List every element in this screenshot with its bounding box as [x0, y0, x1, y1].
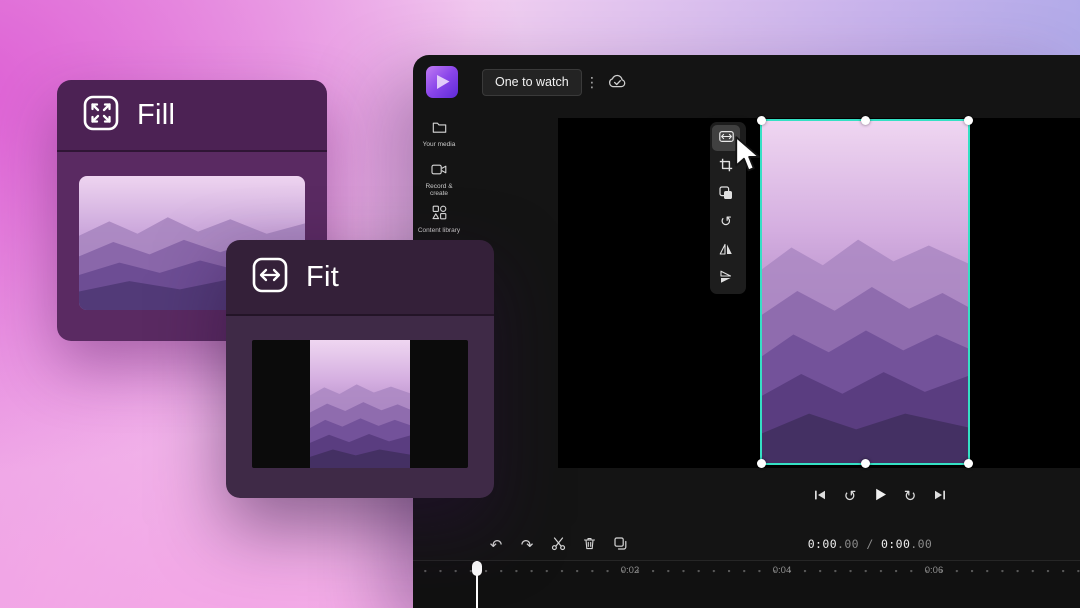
- timeline-label: 0:02: [620, 565, 640, 576]
- sidebar-item-label: Your media: [422, 141, 456, 148]
- preview-canvas: ↺: [558, 116, 1080, 468]
- fit-button[interactable]: [712, 125, 740, 151]
- duplicate-icon: [613, 536, 628, 554]
- total-time: 0:00: [880, 537, 911, 551]
- forward-1s-button[interactable]: ↻: [898, 484, 922, 508]
- play-button[interactable]: [868, 484, 892, 508]
- rewind-1s-button[interactable]: ↺: [838, 484, 862, 508]
- clip-toolbar: ↺: [710, 122, 746, 294]
- more-options-button[interactable]: ⋮: [579, 69, 599, 96]
- cloud-sync-button[interactable]: [605, 72, 629, 92]
- skip-start-button[interactable]: [808, 484, 832, 508]
- playhead-handle[interactable]: [472, 561, 482, 576]
- flip-horizontal-button[interactable]: [712, 237, 740, 263]
- redo-icon: ↷: [520, 535, 534, 554]
- camera-icon: [431, 163, 447, 181]
- selected-clip[interactable]: [757, 116, 973, 468]
- fit-letterbox: [252, 340, 468, 468]
- timeline: 0:02 0:04 0:06: [413, 560, 1080, 608]
- delete-button[interactable]: [578, 534, 600, 556]
- marketing-screenshot: One to watch ⋮ Your media Record & creat…: [0, 0, 1080, 608]
- selection-handle[interactable]: [861, 116, 870, 125]
- crop-icon: [719, 158, 733, 175]
- flip-horizontal-icon: [719, 242, 733, 259]
- sidebar-item-your-media[interactable]: Your media: [413, 121, 465, 148]
- time-display: 0:00.00 / 0:00.00: [765, 537, 975, 551]
- play-icon: [873, 487, 888, 505]
- expand-arrows-icon: [82, 94, 120, 137]
- rewind-icon: ↺: [843, 486, 857, 505]
- sidebar-item-record-create[interactable]: Record & create: [413, 163, 465, 198]
- fit-card: Fit: [226, 240, 494, 498]
- folder-icon: [432, 121, 447, 139]
- crop-button[interactable]: [712, 153, 740, 179]
- scissors-icon: [551, 536, 566, 554]
- fill-card-header: Fill: [57, 80, 327, 152]
- project-title-button[interactable]: One to watch: [482, 69, 582, 96]
- current-time: 0:00: [807, 537, 838, 551]
- selection-handle[interactable]: [757, 459, 766, 468]
- flip-vertical-button[interactable]: [712, 265, 740, 291]
- fit-preview-image: [310, 340, 410, 468]
- fit-card-body: [226, 316, 494, 498]
- rotate-icon: ↺: [720, 214, 732, 230]
- selection-handle[interactable]: [757, 116, 766, 125]
- overlay-button[interactable]: [712, 181, 740, 207]
- split-button[interactable]: [547, 534, 569, 556]
- rotate-button[interactable]: ↺: [712, 209, 740, 235]
- skip-end-icon: [933, 488, 947, 505]
- sidebar-item-label: Record & create: [425, 183, 453, 198]
- timeline-label: 0:04: [772, 565, 792, 576]
- forward-icon: ↻: [903, 486, 917, 505]
- redo-button[interactable]: ↷: [516, 534, 538, 556]
- flip-vertical-icon: [719, 270, 733, 287]
- current-time-frac: .00: [837, 537, 859, 551]
- cloud-check-icon: [607, 74, 628, 92]
- undo-button[interactable]: ↶: [485, 534, 507, 556]
- selection-handle[interactable]: [861, 459, 870, 468]
- edit-toolbar: ↶ ↷: [485, 534, 631, 556]
- timeline-label: 0:06: [924, 565, 944, 576]
- timeline-ruler[interactable]: 0:02 0:04 0:06: [413, 561, 1080, 579]
- transport-controls: ↺ ↻: [787, 484, 973, 508]
- duplicate-button[interactable]: [609, 534, 631, 556]
- time-separator: /: [866, 537, 874, 551]
- selection-handle[interactable]: [964, 116, 973, 125]
- skip-start-icon: [813, 488, 827, 505]
- clip-image: [762, 121, 968, 463]
- clipchamp-logo-icon: [426, 66, 458, 98]
- shapes-icon: [431, 205, 447, 225]
- skip-end-button[interactable]: [928, 484, 952, 508]
- fill-card-label: Fill: [137, 98, 176, 131]
- trash-icon: [582, 536, 597, 554]
- sidebar-item-label: Content library: [417, 227, 461, 234]
- fit-card-label: Fit: [306, 260, 340, 293]
- fit-card-header: Fit: [226, 240, 494, 316]
- undo-icon: ↶: [489, 535, 503, 554]
- editor-window: One to watch ⋮ Your media Record & creat…: [413, 55, 1080, 608]
- total-time-frac: .00: [910, 537, 933, 551]
- fit-width-arrows-icon: [251, 256, 289, 299]
- picture-in-picture-icon: [719, 185, 733, 203]
- selection-handle[interactable]: [964, 459, 973, 468]
- sidebar-item-content-library[interactable]: Content library: [413, 205, 465, 234]
- fit-width-icon: [718, 129, 734, 147]
